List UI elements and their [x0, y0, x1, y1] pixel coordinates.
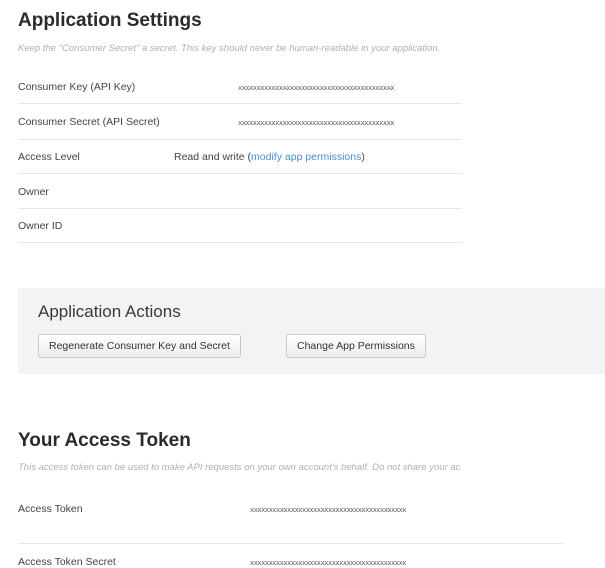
- access-token-secret-value: xxxxxxxxxxxxxxxxxxxxxxxxxxxxxxxxxxxxxxxx…: [250, 559, 407, 567]
- regenerate-consumer-key-button[interactable]: Regenerate Consumer Key and Secret: [38, 334, 241, 358]
- access-level-value: Read and write (modify app permissions): [174, 151, 365, 163]
- access-token-hint: This access token can be used to make AP…: [18, 462, 461, 473]
- access-token-title: Your Access Token: [18, 430, 191, 451]
- divider: [18, 103, 462, 104]
- divider: [18, 139, 462, 140]
- access-token-value: xxxxxxxxxxxxxxxxxxxxxxxxxxxxxxxxxxxxxxxx…: [250, 506, 407, 514]
- divider: [18, 543, 563, 544]
- owner-id-label: Owner ID: [18, 220, 63, 232]
- access-level-label: Access Level: [18, 151, 80, 163]
- access-token-label: Access Token: [18, 503, 83, 515]
- divider: [18, 173, 462, 174]
- application-actions-title: Application Actions: [38, 302, 181, 321]
- application-actions-panel: Application Actions Regenerate Consumer …: [18, 288, 605, 374]
- app-settings-hint: Keep the "Consumer Secret" a secret. Thi…: [18, 43, 441, 54]
- access-level-suffix: ): [361, 151, 365, 163]
- consumer-secret-value: xxxxxxxxxxxxxxxxxxxxxxxxxxxxxxxxxxxxxxxx…: [238, 119, 395, 127]
- consumer-secret-label: Consumer Secret (API Secret): [18, 116, 160, 128]
- consumer-key-value: xxxxxxxxxxxxxxxxxxxxxxxxxxxxxxxxxxxxxxxx…: [238, 84, 395, 92]
- app-settings-title: Application Settings: [18, 10, 202, 31]
- divider: [18, 242, 462, 243]
- change-app-permissions-button[interactable]: Change App Permissions: [286, 334, 426, 358]
- access-token-secret-label: Access Token Secret: [18, 556, 116, 568]
- modify-app-permissions-link[interactable]: modify app permissions: [251, 151, 361, 163]
- consumer-key-label: Consumer Key (API Key): [18, 81, 136, 93]
- access-level-text: Read and write (: [174, 151, 252, 163]
- divider: [18, 208, 462, 209]
- owner-label: Owner: [18, 186, 49, 198]
